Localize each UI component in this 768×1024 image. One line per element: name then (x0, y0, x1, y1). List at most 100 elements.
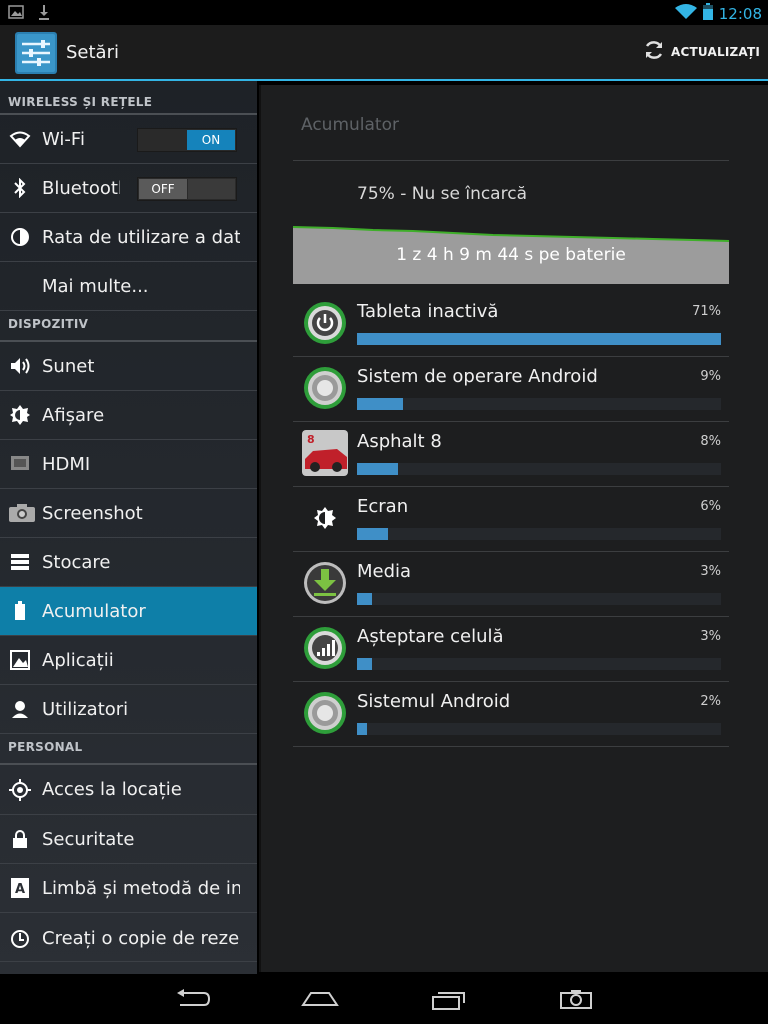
sidebar-item-label: Mai multe... (42, 275, 149, 297)
usage-bar-track (357, 398, 721, 410)
screenshot-button-icon (560, 990, 592, 1009)
usage-bar-fill (357, 723, 368, 735)
brightness-icon (8, 403, 32, 427)
recent-apps-icon (432, 992, 465, 1010)
sidebar-item-label: Afișare (42, 404, 105, 426)
battery-detail-panel: Acumulator 75% - Nu se încarcă 1 z 4 h 9… (259, 85, 768, 972)
section-header-device: DISPOZITIV (0, 311, 257, 342)
sidebar-item-security[interactable]: Securitate (0, 815, 257, 864)
usage-row-android-system[interactable]: Sistemul Android 2% (293, 681, 729, 747)
sidebar-item-apps[interactable]: Aplicații (0, 636, 257, 685)
data-usage-icon (8, 225, 32, 249)
media-download-icon (304, 562, 346, 604)
svg-text:A: A (15, 882, 25, 897)
usage-percent: 71% (692, 304, 721, 319)
sidebar-item-label: Screenshot (42, 502, 143, 524)
clock: 12:08 (718, 4, 762, 23)
status-bar: 12:08 (0, 0, 768, 25)
wifi-icon (674, 3, 697, 24)
usage-bar-fill (357, 528, 388, 540)
usage-bar-track (357, 463, 721, 475)
sidebar-item-label: Stocare (42, 551, 111, 573)
sidebar-item-storage[interactable]: Stocare (0, 538, 257, 587)
battery-status-text: 75% - Nu se încarcă (357, 184, 527, 204)
battery-time-label: 1 z 4 h 9 m 44 s pe baterie (396, 245, 626, 265)
detail-title: Acumulator (301, 115, 399, 135)
usage-bar-track (357, 658, 721, 670)
usage-row-cell-standby[interactable]: Așteptare celulă 3% (293, 616, 729, 682)
sidebar-item-label: Acces la locație (42, 779, 182, 800)
usage-name: Asphalt 8 (357, 431, 442, 452)
image-notification-icon (8, 4, 24, 24)
usage-name: Ecran (357, 496, 409, 517)
sidebar-item-data-usage[interactable]: Rata de utilizare a datelor (0, 213, 257, 262)
sidebar-item-location[interactable]: Acces la locație (0, 765, 257, 815)
sidebar-item-more[interactable]: Mai multe... (0, 262, 257, 311)
toggle-state: OFF (139, 179, 187, 199)
sidebar-item-label: Wi-Fi (42, 128, 85, 150)
power-idle-icon (304, 302, 346, 344)
sidebar-item-battery[interactable]: Acumulator (0, 587, 257, 636)
usage-row-asphalt[interactable]: 8 Asphalt 8 8% (293, 421, 729, 487)
lock-icon (8, 827, 32, 851)
sidebar-item-label: HDMI (42, 453, 91, 475)
sidebar-item-sound[interactable]: Sunet (0, 342, 257, 391)
usage-row-screen[interactable]: Ecran 6% (293, 486, 729, 552)
sidebar-item-label: Sunet (42, 355, 95, 377)
sidebar-item-hdmi[interactable]: HDMI (0, 440, 257, 489)
location-icon (8, 778, 32, 802)
hdmi-icon (8, 452, 32, 476)
usage-bar-fill (357, 658, 373, 670)
sidebar-item-screenshot[interactable]: Screenshot (0, 489, 257, 538)
section-header-wireless: WIRELESS ȘI REȚELE (0, 81, 257, 115)
back-icon (177, 989, 210, 1006)
usage-bar-fill (357, 463, 398, 475)
bluetooth-toggle[interactable]: OFF (137, 177, 237, 201)
usage-bar-fill (357, 593, 373, 605)
refresh-icon (643, 39, 665, 65)
usage-bar-fill (357, 398, 404, 410)
sidebar-item-display[interactable]: Afișare (0, 391, 257, 440)
home-button[interactable] (300, 986, 340, 1012)
usage-name: Tableta inactivă (357, 301, 499, 322)
refresh-button[interactable]: ACTUALIZAȚI (643, 39, 760, 65)
page-title: Setări (66, 42, 119, 63)
sidebar-item-label: Bluetooth (42, 177, 120, 199)
usage-name: Media (357, 561, 412, 582)
navigation-bar (0, 974, 768, 1024)
android-system-icon (304, 692, 346, 734)
divider (293, 160, 729, 161)
usage-name: Sistemul Android (357, 691, 511, 712)
wifi-icon (8, 127, 32, 151)
screenshot-button[interactable] (556, 986, 596, 1012)
sidebar-item-label: Utilizatori (42, 698, 129, 720)
user-icon (8, 697, 32, 721)
usage-name: Așteptare celulă (357, 626, 504, 647)
back-button[interactable] (172, 986, 212, 1012)
battery-icon (702, 3, 713, 24)
download-notification-icon (38, 4, 50, 24)
sidebar-item-bluetooth[interactable]: Bluetooth OFF (0, 164, 257, 213)
settings-app-icon[interactable] (15, 32, 57, 74)
sidebar-item-wifi[interactable]: Wi-Fi ON (0, 115, 257, 164)
settings-sidebar: WIRELESS ȘI REȚELE Wi-Fi ON Bluetooth OF… (0, 81, 257, 974)
usage-percent: 6% (700, 499, 721, 514)
wifi-toggle[interactable]: ON (137, 128, 237, 152)
keyboard-language-icon: A (8, 876, 32, 900)
recent-apps-button[interactable] (429, 986, 469, 1012)
usage-percent: 8% (700, 434, 721, 449)
android-os-icon (304, 367, 346, 409)
sidebar-item-backup[interactable]: Creați o copie de rezervă (0, 913, 257, 962)
usage-row-media[interactable]: Media 3% (293, 551, 729, 617)
battery-icon (8, 599, 32, 623)
sidebar-item-label: Limbă și metodă de introducere (42, 877, 240, 899)
sidebar-item-language[interactable]: A Limbă și metodă de introducere (0, 864, 257, 913)
cell-standby-icon (304, 627, 346, 669)
sidebar-item-users[interactable]: Utilizatori (0, 685, 257, 734)
refresh-label: ACTUALIZAȚI (671, 45, 760, 59)
usage-bar-track (357, 723, 721, 735)
usage-bar-fill (357, 333, 721, 345)
usage-row-android-os[interactable]: Sistem de operare Android 9% (293, 356, 729, 422)
backup-icon (8, 927, 32, 951)
usage-row-idle[interactable]: Tableta inactivă 71% (293, 291, 729, 357)
